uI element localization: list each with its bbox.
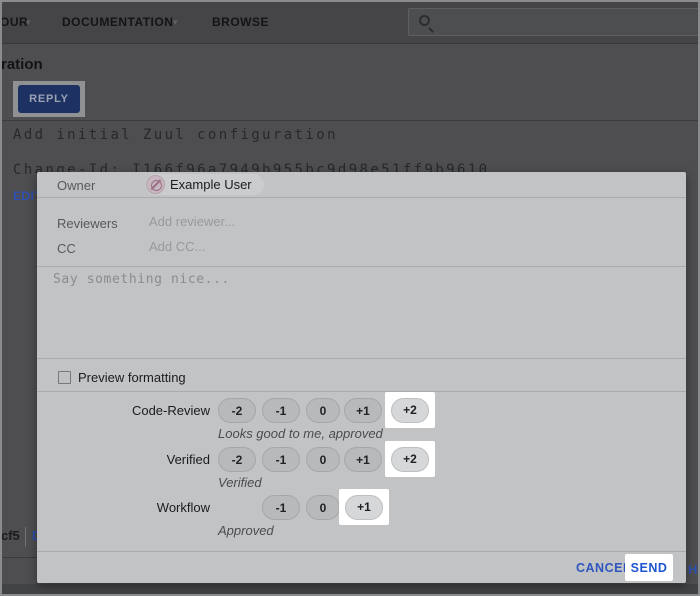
reply-dialog: Owner Example User Reviewers CC Preview …: [37, 172, 686, 583]
vote-verified-plus2-selected[interactable]: +2: [391, 447, 429, 472]
owner-label: Owner: [57, 178, 95, 193]
page-bottom-band: [0, 584, 700, 596]
nav-menu-documentation[interactable]: DOCUMENTATION: [62, 15, 173, 29]
add-cc-input[interactable]: [147, 238, 447, 255]
divider: [0, 557, 37, 558]
reply-button[interactable]: REPLY: [18, 85, 80, 113]
vote-highlight-box: +2: [385, 392, 435, 428]
divider: [25, 527, 26, 547]
score-description: Approved: [218, 523, 274, 538]
divider: [37, 391, 686, 392]
page-title-partial: ration: [1, 56, 43, 73]
gerrit-review-screen: OUR ▾ DOCUMENTATION ▾ BROWSE ration REPL…: [0, 0, 700, 596]
avatar: [146, 175, 165, 194]
score-label-verified: Verified: [37, 452, 210, 467]
vote-highlight-box: +1: [339, 489, 389, 525]
vote-verified-zero[interactable]: 0: [306, 447, 340, 472]
preview-formatting-checkbox[interactable]: [58, 371, 71, 384]
background-link-partial[interactable]: HO: [688, 562, 700, 577]
vote-verified-plus1[interactable]: +1: [344, 447, 382, 472]
owner-name: Example User: [170, 177, 252, 192]
nav-menu-browse[interactable]: BROWSE: [212, 15, 269, 29]
score-description: Verified: [218, 475, 262, 490]
vote-code-review-plus1[interactable]: +1: [344, 398, 382, 423]
vote-code-review-minus2[interactable]: -2: [218, 398, 256, 423]
cc-label: CC: [57, 241, 76, 256]
chevron-down-icon: ▾: [26, 17, 31, 28]
commit-sha-partial: cf5: [1, 528, 20, 543]
search-box: [408, 8, 700, 36]
reply-button-highlight: REPLY: [13, 81, 85, 117]
owner-chip[interactable]: Example User: [145, 174, 264, 195]
commit-subject: Add initial Zuul configuration: [13, 127, 338, 143]
preview-formatting-label: Preview formatting: [78, 370, 186, 385]
vote-code-review-minus1[interactable]: -1: [262, 398, 300, 423]
vote-workflow-zero[interactable]: 0: [306, 495, 340, 520]
score-description: Looks good to me, approved: [218, 426, 383, 441]
vote-verified-minus1[interactable]: -1: [262, 447, 300, 472]
divider: [37, 358, 686, 359]
send-button[interactable]: SEND: [625, 560, 674, 576]
top-nav: OUR ▾ DOCUMENTATION ▾ BROWSE: [0, 0, 700, 44]
nav-menu-your[interactable]: OUR: [0, 15, 28, 29]
divider: [0, 120, 700, 121]
search-icon: [419, 15, 430, 26]
divider: [37, 551, 686, 552]
vote-code-review-plus2-selected[interactable]: +2: [391, 398, 429, 423]
vote-workflow-minus1[interactable]: -1: [262, 495, 300, 520]
chevron-down-icon: ▾: [173, 17, 178, 28]
vote-highlight-box: +2: [385, 441, 435, 477]
vote-workflow-plus1-selected[interactable]: +1: [345, 495, 383, 520]
score-label-workflow: Workflow: [37, 500, 210, 515]
reviewers-label: Reviewers: [57, 216, 118, 231]
search-input[interactable]: [437, 11, 687, 33]
vote-code-review-zero[interactable]: 0: [306, 398, 340, 423]
send-button-highlight: SEND: [625, 554, 673, 581]
reply-message-textarea[interactable]: [51, 270, 671, 352]
divider: [37, 197, 686, 198]
vote-verified-minus2[interactable]: -2: [218, 447, 256, 472]
add-reviewer-input[interactable]: [147, 213, 447, 230]
divider: [37, 266, 686, 267]
score-label-code-review: Code-Review: [37, 403, 210, 418]
